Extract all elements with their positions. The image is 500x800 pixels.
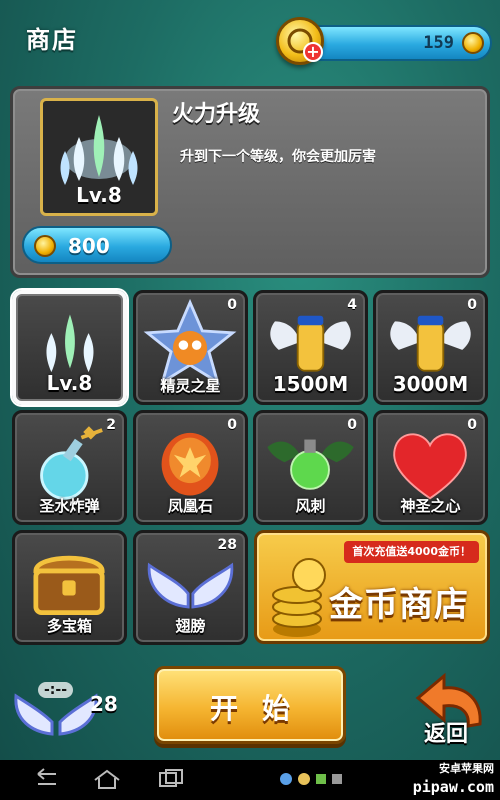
item-count: 28 — [217, 537, 237, 553]
start-button[interactable]: 开始 — [154, 666, 346, 744]
wings-count: 28 — [90, 692, 118, 716]
item-label: Lv.8 — [46, 371, 93, 395]
item-slot-holy-water-bomb[interactable]: 2 圣水炸弹 — [12, 410, 127, 525]
preview-level: Lv.8 — [76, 183, 122, 207]
back-button[interactable]: 返回 — [424, 716, 468, 748]
coin-icon — [462, 32, 484, 54]
item-count: 0 — [227, 297, 237, 313]
upgrade-description: 升到下一个等级，你会更加厉害 — [180, 149, 376, 165]
home-icon[interactable] — [92, 768, 122, 790]
item-count: 0 — [467, 297, 477, 313]
item-slot-wind-sting[interactable]: 0 风刺 — [253, 410, 368, 525]
back-icon[interactable] — [30, 768, 60, 790]
upgrade-title: 火力升级 — [172, 102, 261, 127]
coin-shop-button[interactable]: 首次充值送4000金币！ 金币商店 — [254, 530, 490, 644]
system-nav-bar: 安卓苹果网 pipaw.com — [0, 760, 500, 800]
item-slot-1500m[interactable]: 4 1500M — [253, 290, 368, 405]
coin-icon — [34, 235, 56, 257]
first-recharge-promo: 首次充值送4000金币！ — [344, 541, 479, 563]
item-slot-3000m[interactable]: 0 3000M — [373, 290, 488, 405]
item-label: 圣水炸弹 — [39, 497, 100, 515]
item-count: 4 — [347, 297, 357, 313]
item-count: 2 — [106, 417, 116, 433]
upgrade-preview: Lv.8 — [40, 98, 158, 216]
upgrade-price: 800 — [68, 234, 110, 258]
watermark-top: 安卓苹果网 — [439, 762, 494, 775]
recent-apps-icon[interactable] — [156, 768, 186, 790]
item-label: 风刺 — [295, 497, 326, 515]
start-label: 开始 — [209, 692, 314, 725]
status-icons — [280, 773, 342, 785]
item-slot-holy-heart[interactable]: 0 神圣之心 — [373, 410, 488, 525]
coin-shop-label: 金币商店 — [329, 585, 469, 625]
wings-refill-timer: -:-- — [38, 682, 74, 698]
item-count: 0 — [347, 417, 357, 433]
coin-balance-bar: 159 — [300, 25, 492, 61]
item-label: 神圣之心 — [400, 497, 461, 515]
coin-stack-icon — [272, 558, 326, 637]
item-slot-firepower[interactable]: Lv.8 — [12, 290, 127, 405]
upgrade-price-button[interactable]: 800 — [22, 226, 172, 264]
item-label: 多宝箱 — [46, 617, 92, 635]
item-slot-wings[interactable]: 28 翅膀 — [133, 530, 248, 645]
item-label: 1500M — [272, 372, 349, 396]
watermark-bottom: pipaw.com — [412, 778, 494, 796]
item-label: 3000M — [392, 372, 469, 396]
item-label: 翅膀 — [175, 617, 206, 635]
item-slot-phoenix-stone[interactable]: 0 凤凰石 — [133, 410, 248, 525]
item-label: 精灵之星 — [160, 377, 221, 395]
plus-icon: + — [303, 42, 323, 62]
item-slot-treasure-chest[interactable]: 多宝箱 — [12, 530, 127, 645]
page-title: 商店 — [26, 26, 78, 54]
coin-balance: 159 — [423, 33, 454, 53]
site-watermark: 安卓苹果网 pipaw.com — [413, 760, 494, 796]
add-coins-button[interactable]: + — [276, 17, 324, 65]
item-slot-spirit-star[interactable]: 0 精灵之星 — [133, 290, 248, 405]
item-count: 0 — [467, 417, 477, 433]
item-count: 0 — [227, 417, 237, 433]
item-label: 凤凰石 — [167, 497, 213, 515]
